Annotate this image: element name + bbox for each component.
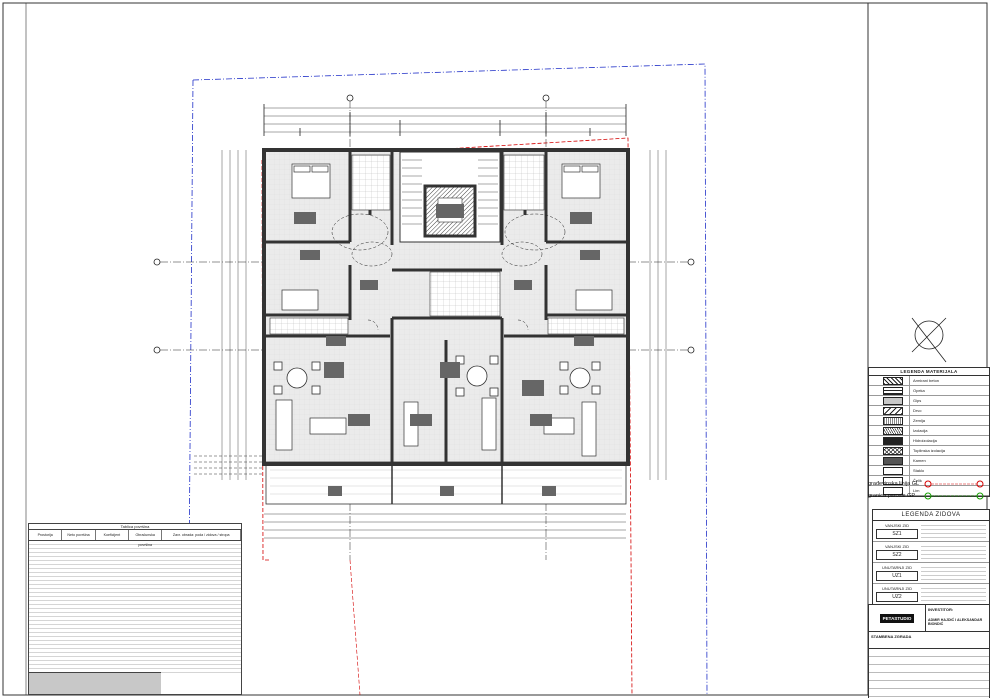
material-swatch bbox=[883, 446, 903, 455]
wall-group-label: UNUTARNJI ZID bbox=[882, 564, 912, 570]
dimension-lines-top bbox=[263, 104, 627, 136]
material-swatch bbox=[883, 386, 903, 395]
walls-legend: LEGENDA ZIDOVA VANJSKI ZID SZ1 VANJSKI ZID… bbox=[872, 509, 990, 606]
area-table-header: Obračunska površina bbox=[129, 530, 163, 547]
wall-code-box: UZ2 bbox=[876, 591, 918, 602]
parcel-line-label: granica parcele GP bbox=[868, 493, 916, 499]
wall-type-row: UNUTARNJI ZID UZ2 bbox=[873, 584, 989, 605]
wall-type-code: VANJSKI ZID SZ2 bbox=[873, 544, 921, 561]
wall-type-code: UNUTARNJI ZID UZ2 bbox=[873, 586, 921, 603]
architectural-drawing-sheet: LEGENDA MATERIJALA Armirani beton Opeka Gi… bbox=[0, 0, 990, 699]
investor-label: INVESTITOR: bbox=[928, 607, 954, 612]
parcel-line-legend: granica parcele GP bbox=[868, 492, 988, 500]
material-label: Zemlja bbox=[909, 416, 989, 425]
material-swatch bbox=[883, 396, 903, 405]
material-label: Opeka bbox=[909, 386, 989, 395]
material-label: Toplinska izolacija bbox=[909, 446, 989, 455]
wall-code-box: SZ1 bbox=[876, 528, 918, 539]
materials-legend-row: Opeka bbox=[869, 386, 989, 396]
material-swatch bbox=[883, 456, 903, 465]
materials-legend-row: Hidroizolacija bbox=[869, 436, 989, 446]
material-swatch bbox=[883, 426, 903, 435]
area-table-header: Neto površina bbox=[62, 530, 96, 540]
material-swatch bbox=[883, 416, 903, 425]
wall-description bbox=[921, 564, 986, 582]
wall-code-box: SZ2 bbox=[876, 549, 918, 560]
wall-type-row: UNUTARNJI ZID UZ1 bbox=[873, 563, 989, 584]
material-label: Hidroizolacija bbox=[909, 436, 989, 445]
wall-group-label: VANJSKI ZID bbox=[885, 522, 909, 528]
wall-type-code: VANJSKI ZID SZ1 bbox=[873, 523, 921, 540]
walls-legend-title: LEGENDA ZIDOVA bbox=[873, 510, 989, 521]
material-label: Kamen bbox=[909, 456, 989, 465]
building-line-legend: građevinska linija GL bbox=[868, 480, 988, 488]
material-label: Staklo bbox=[909, 466, 989, 475]
material-swatch bbox=[883, 466, 903, 475]
materials-legend-row: Drvo bbox=[869, 406, 989, 416]
investor-name: ADMIR HAJDIĆ I ALEKSANDAR BIONDIĆ bbox=[928, 618, 983, 626]
material-label: Armirani beton bbox=[909, 376, 989, 385]
wall-type-row: VANJSKI ZID SZ2 bbox=[873, 542, 989, 563]
building-name: STAMBENA ZGRADA bbox=[871, 634, 912, 639]
materials-legend-row: Toplinska izolacija bbox=[869, 446, 989, 456]
wall-description bbox=[921, 585, 986, 603]
wall-description bbox=[921, 543, 986, 561]
materials-legend-title: LEGENDA MATERIJALA bbox=[869, 368, 989, 376]
material-label: Gips bbox=[909, 396, 989, 405]
terrace bbox=[265, 461, 627, 505]
area-table: Tablica površina Prostorija Neto površina… bbox=[28, 523, 242, 695]
north-arrow-icon bbox=[911, 317, 947, 363]
materials-legend-row: Staklo bbox=[869, 466, 989, 476]
materials-legend-row: Kamen bbox=[869, 456, 989, 466]
wall-type-row: VANJSKI ZID SZ1 bbox=[873, 521, 989, 542]
materials-legend-row: Izolacija bbox=[869, 426, 989, 436]
materials-legend: LEGENDA MATERIJALA Armirani beton Opeka Gi… bbox=[868, 367, 990, 497]
material-swatch bbox=[883, 376, 903, 385]
material-swatch bbox=[883, 406, 903, 415]
area-table-header: Koeficijent bbox=[96, 530, 130, 540]
material-swatch bbox=[883, 436, 903, 445]
wall-description bbox=[921, 522, 986, 540]
area-table-header: Prostorija bbox=[29, 530, 63, 540]
building-line-label: građevinska linija GL bbox=[868, 481, 920, 487]
wall-type-code: UNUTARNJI ZID UZ1 bbox=[873, 565, 921, 582]
wall-code-box: UZ1 bbox=[876, 570, 918, 581]
title-block: PETASTUDIO INVESTITOR: ADMIR HAJDIĆ I AL… bbox=[868, 604, 990, 699]
dimension-lines-bottom bbox=[264, 513, 626, 539]
materials-legend-row: Gips bbox=[869, 396, 989, 406]
studio-logo: PETASTUDIO bbox=[879, 613, 915, 623]
material-label: Drvo bbox=[909, 406, 989, 415]
wall-group-label: VANJSKI ZID bbox=[885, 543, 909, 549]
materials-legend-row: Zemlja bbox=[869, 416, 989, 426]
area-table-header: Zavr. obrada: poda / zidova / stropa bbox=[162, 530, 241, 540]
material-label: Izolacija bbox=[909, 426, 989, 435]
adjacent-strips bbox=[194, 455, 262, 475]
wall-group-label: UNUTARNJI ZID bbox=[882, 585, 912, 591]
materials-legend-row: Armirani beton bbox=[869, 376, 989, 386]
